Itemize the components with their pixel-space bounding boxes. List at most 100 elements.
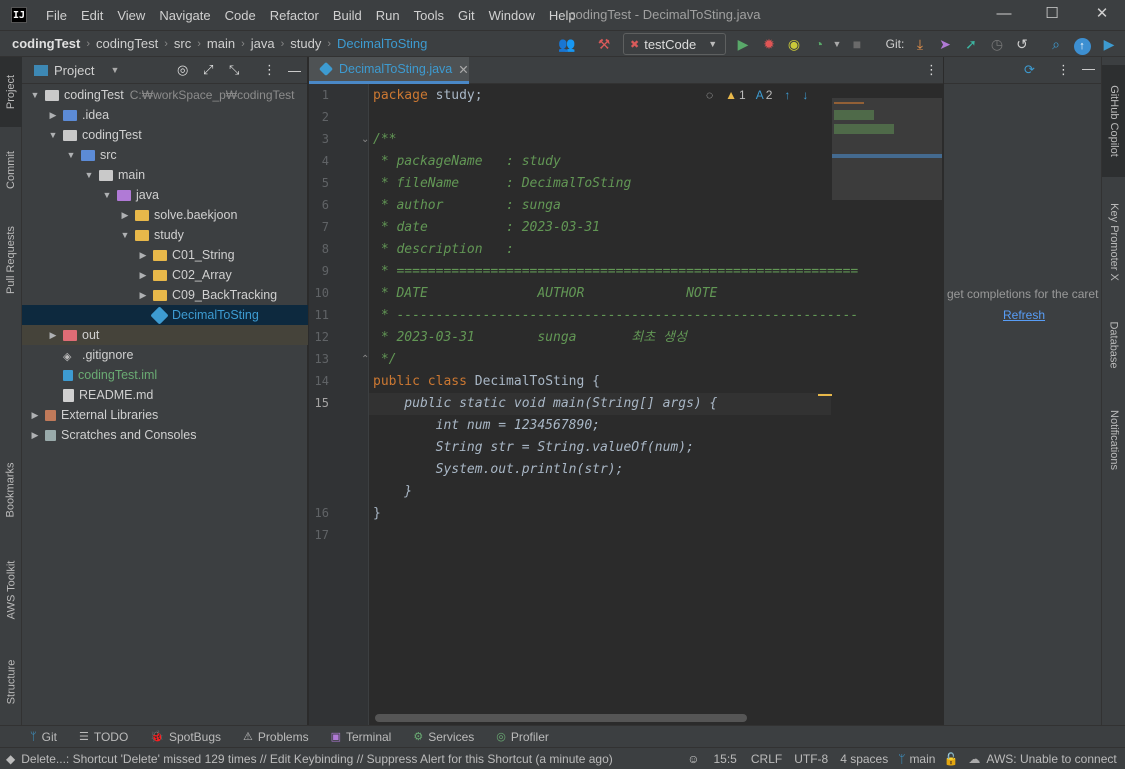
reader-mode-icon[interactable]: ◌ <box>706 88 713 102</box>
tab-commit[interactable]: Commit <box>0 135 22 205</box>
hide-panel-icon[interactable]: — <box>288 63 301 78</box>
tree-item[interactable]: DecimalToSting <box>22 305 308 325</box>
tree-item[interactable]: ▼ java <box>22 185 308 205</box>
tool-window-terminal[interactable]: ▣ Terminal <box>331 730 392 744</box>
inspection-widget[interactable]: ◌ ▲ 1 A 2 ↑ ↓ <box>706 88 808 102</box>
chevron-right-icon[interactable]: ▶ <box>136 270 150 281</box>
lock-icon[interactable]: 🔓 <box>943 752 958 766</box>
code-with-me-icon[interactable]: ▶ <box>1099 34 1119 54</box>
chevron-down-icon[interactable]: ▼ <box>100 190 114 200</box>
copilot-options-icon[interactable]: ⋮ <box>1057 62 1070 78</box>
tree-item[interactable]: ▼ src <box>22 145 308 165</box>
tab-database[interactable]: Database <box>1102 307 1125 382</box>
minimize-button[interactable]: — <box>992 4 1016 24</box>
search-icon[interactable]: ⌕ <box>1047 34 1065 54</box>
locate-file-icon[interactable]: ◎ <box>177 62 188 78</box>
tab-bookmarks[interactable]: Bookmarks <box>0 450 22 530</box>
next-highlight-icon[interactable]: ↓ <box>802 88 808 102</box>
menu-edit[interactable]: Edit <box>74 8 110 23</box>
menu-file[interactable]: File <box>39 8 74 23</box>
tab-aws-toolkit[interactable]: AWS Toolkit <box>0 545 22 635</box>
tree-item[interactable]: ▶ Scratches and Consoles <box>22 425 308 445</box>
git-commit-icon[interactable]: ➤ <box>936 34 954 54</box>
tab-decimal-to-sting[interactable]: DecimalToSting.java ✕ <box>309 57 469 84</box>
debug-icon[interactable]: ✹ <box>760 34 778 54</box>
menu-code[interactable]: Code <box>218 8 263 23</box>
update-icon[interactable]: ↑ <box>1073 34 1091 55</box>
aws-connection-status[interactable]: AWS: Unable to connect <box>986 752 1116 766</box>
editor-options-icon[interactable]: ⋮ <box>925 62 938 78</box>
run-icon[interactable]: ▶ <box>734 34 752 54</box>
menu-refactor[interactable]: Refactor <box>263 8 326 23</box>
tree-item[interactable]: ▶ C01_String <box>22 245 308 265</box>
menu-build[interactable]: Build <box>326 8 369 23</box>
tree-item[interactable]: ▼ codingTest C:₩workSpace_p₩codingTest <box>22 85 308 105</box>
tree-item[interactable]: README.md <box>22 385 308 405</box>
tab-notifications[interactable]: Notifications <box>1102 397 1125 482</box>
tool-window-profiler[interactable]: ◎ Profiler <box>496 730 549 744</box>
menu-git[interactable]: Git <box>451 8 482 23</box>
tree-item[interactable]: ▶ solve.baekjoon <box>22 205 308 225</box>
tree-item[interactable]: ◈ .gitignore <box>22 345 308 365</box>
breadcrumb-item[interactable]: java <box>245 36 275 51</box>
file-encoding[interactable]: UTF-8 <box>794 752 828 766</box>
chevron-right-icon[interactable]: ▶ <box>28 410 42 421</box>
status-message[interactable]: Delete...: Shortcut 'Delete' missed 129 … <box>21 752 657 766</box>
chevron-right-icon[interactable]: ▶ <box>136 290 150 301</box>
stop-icon[interactable]: ■ <box>849 34 865 54</box>
breadcrumb-item[interactable]: src <box>168 36 191 51</box>
minimap[interactable] <box>832 98 942 200</box>
profile-icon[interactable]: ◔ <box>810 34 828 54</box>
maximize-button[interactable]: ☐ <box>1040 4 1064 24</box>
tree-item[interactable]: ▶ External Libraries <box>22 405 308 425</box>
horizontal-scrollbar[interactable] <box>375 714 747 722</box>
tool-window-todo[interactable]: ☰ TODO <box>79 730 128 744</box>
git-branch[interactable]: main <box>909 752 935 766</box>
code-editor[interactable]: package study;/** * packageName : study … <box>369 84 943 725</box>
chevron-right-icon[interactable]: ▶ <box>46 110 60 121</box>
tool-window-problems[interactable]: ⚠ Problems <box>243 730 309 744</box>
menu-view[interactable]: View <box>110 8 152 23</box>
breadcrumb-item[interactable]: study <box>284 36 321 51</box>
breadcrumb-item[interactable]: codingTest <box>0 36 80 51</box>
coverage-icon[interactable]: ◉ <box>785 34 803 54</box>
tree-item[interactable]: ▼ codingTest <box>22 125 308 145</box>
more-run-chevron-icon[interactable]: ▼ <box>830 34 844 54</box>
collapse-all-icon[interactable]: ⤡ <box>229 62 239 78</box>
breadcrumb-item[interactable]: DecimalToSting <box>331 36 427 51</box>
caret-position[interactable]: 15:5 <box>714 752 737 766</box>
line-separator[interactable]: CRLF <box>751 752 782 766</box>
hide-copilot-icon[interactable]: — <box>1082 61 1095 76</box>
chevron-down-icon[interactable]: ▼ <box>82 170 96 180</box>
breadcrumb-item[interactable]: main <box>201 36 235 51</box>
tree-item[interactable]: codingTest.iml <box>22 365 308 385</box>
chevron-right-icon[interactable]: ▶ <box>118 210 132 221</box>
tool-window-services[interactable]: ⚙ Services <box>413 730 474 744</box>
tab-key-promoter-x[interactable]: Key Promoter X <box>1102 192 1125 292</box>
copilot-status-icon[interactable]: ☺ <box>687 752 699 766</box>
rollback-icon[interactable]: ↺ <box>1013 34 1031 54</box>
hammer-build-icon[interactable]: ⚒ <box>594 34 614 54</box>
git-update-icon[interactable]: ⤓ <box>911 34 929 54</box>
breadcrumb-item[interactable]: codingTest <box>90 36 158 51</box>
run-configuration-select[interactable]: ✖ testCode ▼ <box>623 33 726 55</box>
tab-github-copilot[interactable]: GitHub Copilot <box>1102 65 1125 177</box>
indent-setting[interactable]: 4 spaces <box>840 752 888 766</box>
warning-marker[interactable] <box>818 394 832 396</box>
history-icon[interactable]: ◷ <box>988 34 1006 54</box>
tree-item[interactable]: ▶ .idea <box>22 105 308 125</box>
tool-window-git[interactable]: ᛘ Git <box>30 730 57 744</box>
chevron-down-icon[interactable]: ▼ <box>118 230 132 240</box>
tree-item[interactable]: ▼ main <box>22 165 308 185</box>
chevron-right-icon[interactable]: ▶ <box>136 250 150 261</box>
options-menu-icon[interactable]: ⋮ <box>263 62 276 78</box>
chevron-right-icon[interactable]: ▶ <box>46 330 60 341</box>
menu-navigate[interactable]: Navigate <box>152 8 217 23</box>
menu-tools[interactable]: Tools <box>407 8 451 23</box>
chevron-down-icon[interactable]: ▼ <box>46 130 60 140</box>
close-button[interactable]: ✕ <box>1090 4 1114 24</box>
close-tab-icon[interactable]: ✕ <box>458 62 468 77</box>
git-push-icon[interactable]: ➚ <box>962 34 980 54</box>
view-selector-chevron-icon[interactable]: ▼ <box>110 65 119 75</box>
tab-pull-requests[interactable]: Pull Requests <box>0 212 22 307</box>
